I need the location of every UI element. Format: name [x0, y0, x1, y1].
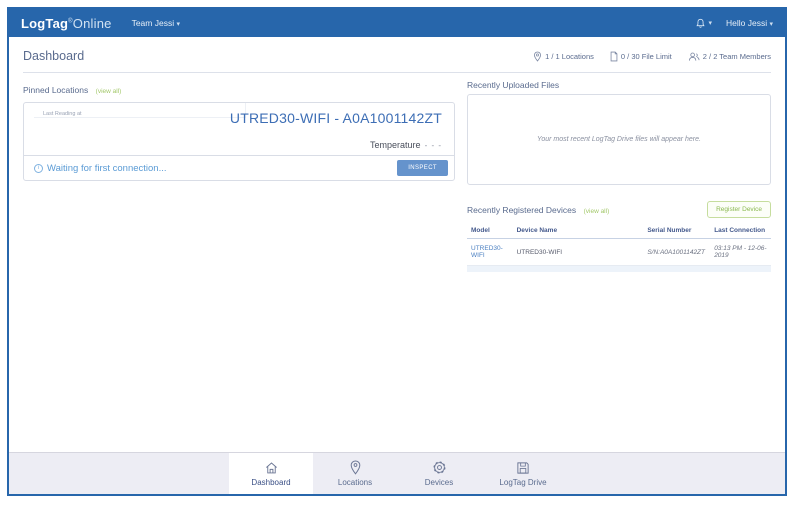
tab-devices-label: Devices [424, 478, 454, 487]
team-icon [688, 52, 700, 61]
user-menu-label: Hello Jessi [726, 18, 768, 28]
page-header: Dashboard 1 / 1 Locations 0 / 30 File Li… [23, 45, 771, 73]
location-pin-icon [534, 51, 542, 62]
temperature-metric: Temperature - - - [370, 140, 442, 150]
team-menu[interactable]: Team Jessi ▾ [132, 18, 180, 28]
stat-locations[interactable]: 1 / 1 Locations [533, 51, 594, 62]
tab-logtag-drive[interactable]: LogTag Drive [481, 453, 565, 494]
metric-value: - - - [424, 141, 442, 150]
column-header-last-connection: Last Connection [710, 223, 771, 239]
recent-devices-view-all-link[interactable]: (view all) [584, 208, 610, 215]
stat-file-limit[interactable]: 0 / 30 File Limit [610, 51, 672, 62]
home-icon [265, 461, 277, 473]
device-name-cell: UTRED30-WIFI [512, 238, 644, 266]
pinned-location-card: Last Reading at UTRED30-WIFI - A0A100114… [23, 102, 455, 181]
recent-files-card: Your most recent LogTag Drive files will… [467, 94, 771, 185]
location-pin-icon [350, 460, 360, 475]
metric-label: Temperature [370, 140, 421, 150]
drive-icon [517, 461, 529, 474]
gear-icon [433, 461, 445, 474]
table-header-row: Model Device Name Serial Number Last Con… [467, 223, 771, 239]
device-model-link[interactable]: UTRED30-WIFI [467, 238, 513, 266]
account-stats: 1 / 1 Locations 0 / 30 File Limit 2 / 2 … [533, 51, 771, 63]
table-row[interactable]: UTRED30-WIFI UTRED30-WIFI S/N:A0A1001142… [467, 238, 771, 266]
chevron-down-icon: ▾ [769, 21, 773, 28]
bottom-navigation: Dashboard Locations Devices LogTag Drive [9, 452, 785, 494]
stat-team-members-label: 2 / 2 Team Members [702, 52, 771, 61]
stat-file-limit-label: 0 / 30 File Limit [620, 52, 672, 61]
tab-dashboard[interactable]: Dashboard [229, 453, 313, 494]
column-header-device-name: Device Name [512, 223, 644, 239]
recent-devices-title: Recently Registered Devices [467, 205, 577, 215]
main-content: Dashboard 1 / 1 Locations 0 / 30 File Li… [9, 37, 785, 452]
info-icon: i [34, 163, 43, 173]
page-title: Dashboard [23, 49, 85, 63]
pinned-locations-view-all-link[interactable]: (view all) [96, 88, 122, 95]
file-icon [610, 51, 618, 62]
tab-locations-label: Locations [337, 478, 373, 487]
user-menu[interactable]: Hello Jessi ▾ [726, 18, 773, 28]
inspect-button[interactable]: INSPECT [397, 160, 448, 176]
team-menu-label: Team Jessi [131, 18, 175, 28]
connection-status: i Waiting for first connection... [34, 163, 167, 174]
last-reading-label: Last Reading at [43, 111, 82, 117]
recent-devices-section: Recently Registered Devices (view all) R… [467, 200, 771, 272]
pinned-locations-title: Pinned Locations [23, 85, 89, 95]
logo-light-text: Online [72, 15, 112, 31]
chevron-down-icon: ▾ [176, 21, 180, 28]
top-navbar: LogTag®Online Team Jessi ▾ ▾ Hello Jessi… [9, 9, 785, 37]
logtag-online-logo: LogTag®Online [21, 16, 112, 31]
tab-locations[interactable]: Locations [313, 453, 397, 494]
logo-bold-text: LogTag [21, 15, 69, 31]
device-last-connection-cell: 03:13 PM - 12-06-2019 [710, 238, 771, 266]
device-serial-cell: S/N:A0A1001142ZT [643, 238, 711, 266]
pinned-card-footer: i Waiting for first connection... INSPEC… [24, 155, 454, 180]
column-header-serial-number: Serial Number [643, 223, 711, 239]
tab-logtag-drive-label: LogTag Drive [499, 477, 547, 487]
notifications-menu[interactable]: ▾ [695, 18, 712, 29]
register-device-button[interactable]: Register Device [707, 200, 771, 218]
recent-devices-table: Model Device Name Serial Number Last Con… [467, 223, 771, 272]
stat-locations-label: 1 / 1 Locations [545, 52, 594, 61]
recent-files-title: Recently Uploaded Files [467, 80, 560, 90]
table-empty-stripe [467, 265, 771, 272]
stat-team-members[interactable]: 2 / 2 Team Members [688, 51, 771, 62]
column-header-model: Model [467, 223, 513, 239]
tab-devices[interactable]: Devices [397, 453, 481, 494]
connection-status-text: Waiting for first connection... [47, 162, 167, 174]
bell-icon [696, 18, 706, 28]
pinned-device-title: UTRED30-WIFI - A0A1001142ZT [229, 110, 442, 126]
tab-dashboard-label: Dashboard [251, 477, 291, 487]
recent-files-empty-message: Your most recent LogTag Drive files will… [537, 136, 701, 143]
app-frame: LogTag®Online Team Jessi ▾ ▾ Hello Jessi… [7, 7, 787, 496]
chevron-down-icon: ▾ [708, 20, 712, 27]
